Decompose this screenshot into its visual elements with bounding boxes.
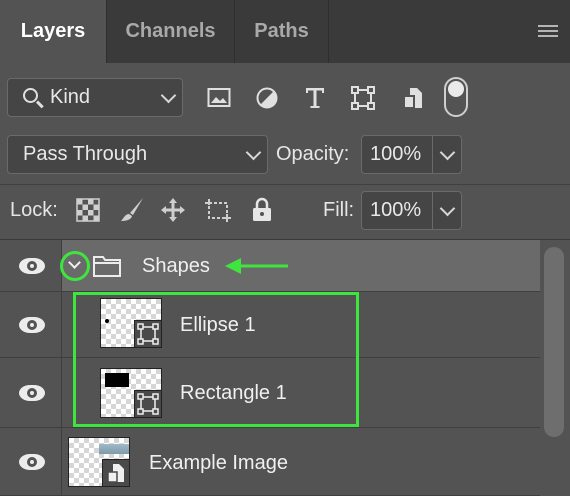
chevron-down-icon[interactable]: [439, 200, 456, 216]
adjustment-filter-icon[interactable]: [255, 86, 279, 110]
blend-mode-value: Pass Through: [23, 143, 148, 165]
lock-label: Lock:: [10, 199, 58, 221]
opacity-field[interactable]: 100%: [361, 135, 462, 174]
lock-artboard-icon[interactable]: [203, 196, 233, 224]
chevron-down-icon: [245, 144, 262, 160]
fill-label: Fill:: [323, 199, 355, 221]
opacity-label: Opacity:: [276, 143, 350, 165]
visibility-eye-icon[interactable]: [19, 317, 45, 333]
chevron-down-icon[interactable]: [439, 144, 456, 160]
blend-mode-dropdown[interactable]: Pass Through: [7, 135, 268, 174]
layer-name-example-image[interactable]: Example Image: [149, 452, 288, 475]
smart-object-filter-icon[interactable]: [401, 86, 425, 110]
chevron-down-icon: [160, 87, 177, 103]
highlight-box-annotation: [73, 292, 359, 427]
shape-filter-icon[interactable]: [351, 86, 375, 110]
expand-group-toggle[interactable]: [60, 251, 90, 281]
filter-toggle-switch[interactable]: [444, 77, 468, 117]
tab-layers[interactable]: Layers: [0, 0, 107, 63]
folder-icon: [93, 256, 121, 277]
lock-transparent-pixels-icon[interactable]: [76, 198, 100, 222]
lock-position-icon[interactable]: [159, 196, 187, 224]
visibility-eye-icon[interactable]: [19, 454, 45, 470]
lock-all-icon[interactable]: [251, 197, 273, 223]
divider: [0, 184, 570, 185]
layer-row-example-image[interactable]: Example Image: [0, 428, 540, 496]
tab-channels[interactable]: Channels: [107, 0, 235, 63]
arrow-annotation-icon: [225, 258, 288, 274]
type-filter-icon[interactable]: [304, 86, 326, 110]
opacity-value[interactable]: 100%: [370, 143, 421, 166]
search-icon: [23, 88, 38, 103]
chevron-down-icon: [68, 256, 81, 269]
visibility-eye-icon[interactable]: [19, 258, 45, 274]
image-filter-icon[interactable]: [207, 87, 231, 109]
visibility-eye-icon[interactable]: [19, 385, 45, 401]
filter-kind-label: Kind: [50, 86, 91, 108]
layer-name-shapes[interactable]: Shapes: [142, 255, 210, 278]
fill-value[interactable]: 100%: [370, 199, 421, 222]
lock-image-pixels-icon[interactable]: [118, 196, 146, 224]
scrollbar-thumb[interactable]: [544, 247, 564, 437]
panel-tab-bar: Layers Channels Paths: [0, 0, 570, 63]
filter-kind-dropdown[interactable]: Kind: [7, 78, 183, 117]
layer-thumbnail: [68, 437, 130, 487]
smart-object-icon: [102, 459, 130, 487]
tab-paths[interactable]: Paths: [235, 0, 329, 63]
fill-field[interactable]: 100%: [361, 191, 462, 230]
panel-menu-icon[interactable]: [538, 25, 558, 39]
